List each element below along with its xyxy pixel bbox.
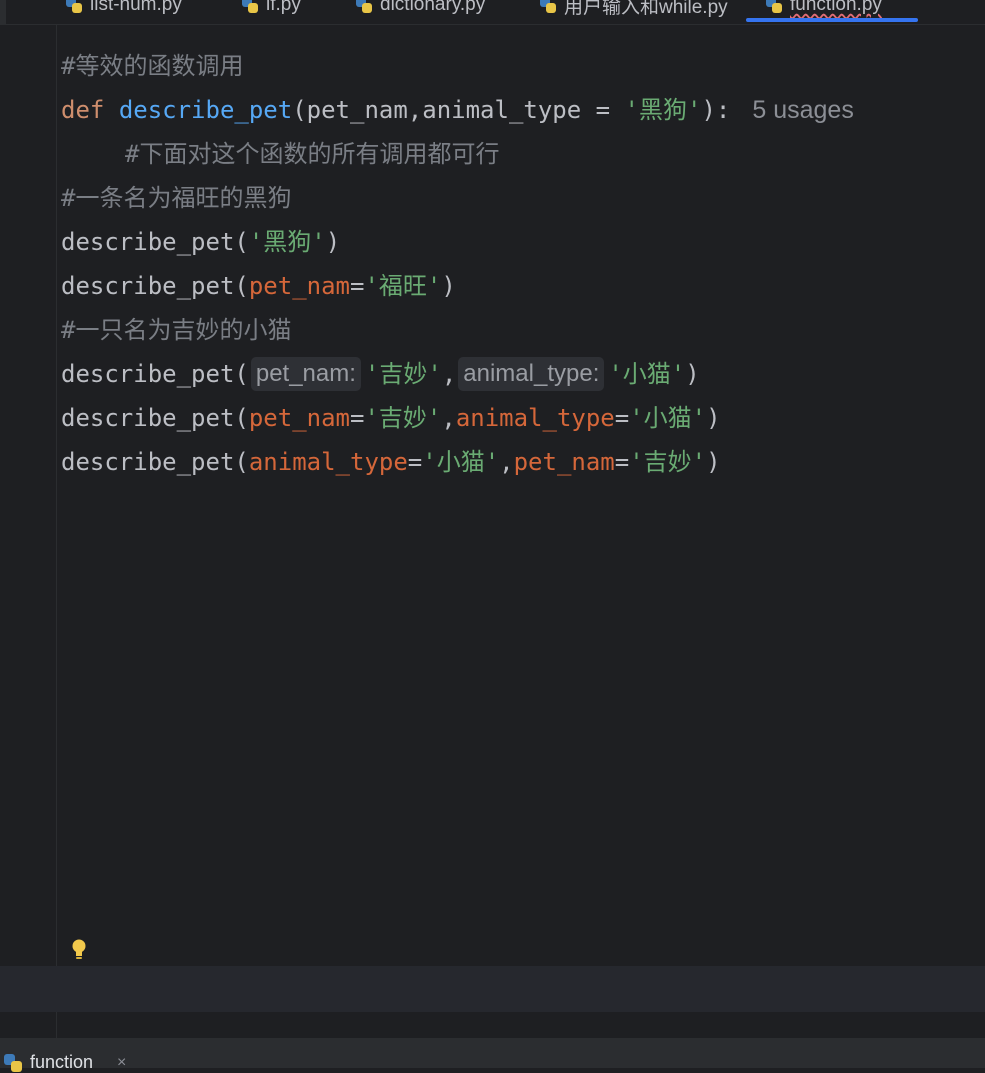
tab-bar-edge [0,0,6,24]
editor-tab-bar: list-num.py if.py dictionary.py 用户输入和whi… [0,0,985,25]
equals: = [614,404,630,432]
call-open: describe_pet( [61,404,249,432]
call-open: describe_pet( [61,448,249,476]
call-open: describe_pet( [61,360,249,388]
lightbulb-icon[interactable] [70,938,88,962]
call-close: ) [706,448,721,476]
python-file-icon [766,0,782,13]
param-hint: animal_type: [458,357,605,391]
tab-label: dictionary.py [380,0,486,15]
python-file-icon [66,0,82,13]
call-close: ) [706,404,721,432]
code-line-1: #等效的函数调用 [61,52,244,80]
equals: = [407,448,423,476]
code-line-6: describe_pet(pet_nam='福旺') [61,266,456,306]
tab-list-num[interactable]: list-num.py [66,0,182,22]
string-arg: '小猫' [629,404,707,432]
param-hint: pet_nam: [250,357,361,391]
tab-if[interactable]: if.py [242,0,301,22]
code-line-4: #一条名为福旺的黑狗 [61,184,292,212]
call-close: ) [685,360,700,388]
call-open: describe_pet( [61,272,249,300]
string-arg: '小猫' [608,360,686,388]
active-tab-indicator [746,18,918,22]
code-line-3: #下面对这个函数的所有调用都可行 [125,140,500,168]
function-name[interactable]: describe_pet [119,96,292,124]
code-line-5: describe_pet('黑狗') [61,222,340,262]
code-line-9: describe_pet(pet_nam='吉妙',animal_type='小… [61,398,721,438]
python-file-icon [242,0,258,13]
call-close: ) [325,228,341,256]
call-open: describe_pet( [61,228,249,256]
tab-user-input-while[interactable]: 用户输入和while.py [540,0,728,22]
equals: = [614,448,630,476]
tab-label: list-num.py [90,0,182,15]
python-file-icon [4,1053,22,1072]
named-arg: animal_type [248,448,408,476]
tab-label: if.py [266,0,301,15]
python-file-icon [356,0,372,13]
current-line-highlight [0,966,985,1012]
comma: , [499,448,514,476]
python-file-icon [540,0,556,13]
equals: = [350,404,365,432]
comma: , [441,360,457,388]
call-close: ) [441,272,456,300]
string-arg: '吉妙' [629,448,707,476]
string-arg: '福旺' [364,272,442,300]
code-line-8: describe_pet(pet_nam: '吉妙', animal_type: '小… [61,354,700,394]
code-line-2: def describe_pet(pet_nam,animal_type = '… [61,90,854,130]
string-arg: '吉妙' [364,360,442,388]
close-icon[interactable]: × [117,1054,126,1072]
code-line-10: describe_pet(animal_type='小猫',pet_nam='吉… [61,442,721,482]
def-close: ): [701,96,731,124]
named-arg: pet_nam [248,272,350,300]
tab-label: function.py [790,0,882,15]
run-tab-function[interactable]: function × [4,1052,126,1073]
comma: , [441,404,456,432]
code-editor[interactable]: #等效的函数调用 def describe_pet(pet_nam,animal… [0,24,985,1038]
tab-dictionary[interactable]: dictionary.py [356,0,485,22]
named-arg: pet_nam [248,404,350,432]
run-tab-label: function [30,1052,94,1072]
string-arg: '吉妙' [364,404,442,432]
code-line-7: #一只名为吉妙的小猫 [61,316,292,344]
tool-window-bar: function × [0,1038,985,1072]
named-arg: pet_nam [513,448,615,476]
tab-label: 用户输入和while.py [564,0,728,18]
string-arg: '黑狗' [248,228,326,256]
string-arg: '小猫' [422,448,500,476]
named-arg: animal_type [455,404,615,432]
equals: = [350,272,365,300]
parameters: (pet_nam,animal_type = [292,96,625,124]
usages-hint[interactable]: 5 usages [752,96,853,124]
keyword-def: def [61,96,105,124]
default-string: '黑狗' [624,96,702,124]
